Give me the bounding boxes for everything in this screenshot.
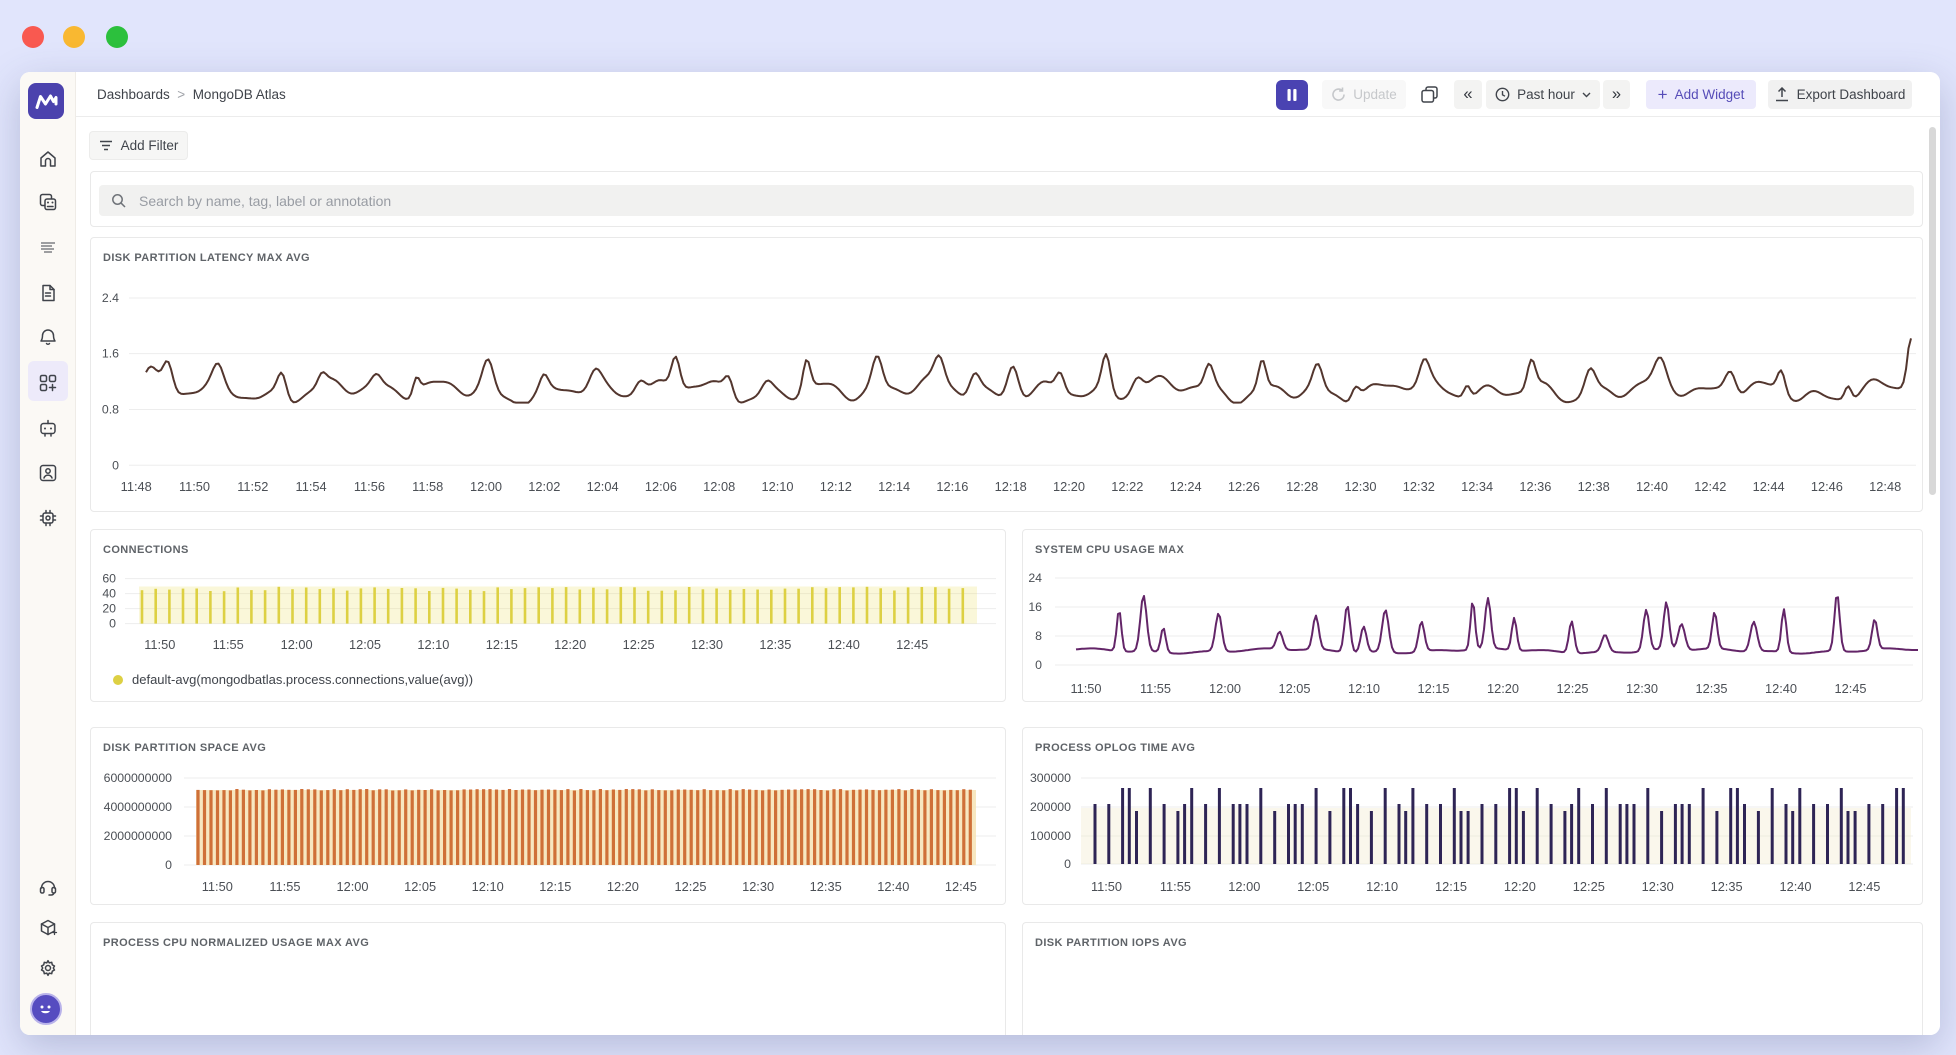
svg-text:12:24: 12:24 [1170, 479, 1202, 494]
svg-text:11:55: 11:55 [1160, 879, 1191, 894]
svg-text:12:28: 12:28 [1286, 479, 1318, 494]
svg-text:12:20: 12:20 [1487, 681, 1519, 696]
svg-text:12:00: 12:00 [1209, 681, 1241, 696]
svg-text:2.4: 2.4 [102, 291, 119, 305]
svg-text:12:16: 12:16 [936, 479, 968, 494]
svg-text:0: 0 [109, 617, 116, 631]
svg-text:24: 24 [1028, 571, 1042, 585]
svg-text:12:00: 12:00 [1228, 879, 1260, 894]
svg-text:0: 0 [165, 858, 172, 872]
svg-text:60: 60 [102, 572, 116, 586]
svg-text:12:10: 12:10 [761, 479, 793, 494]
svg-text:11:50: 11:50 [1091, 879, 1122, 894]
svg-text:12:10: 12:10 [472, 879, 504, 894]
svg-text:20: 20 [102, 602, 116, 616]
svg-text:12:30: 12:30 [1626, 681, 1658, 696]
svg-text:12:40: 12:40 [877, 879, 909, 894]
svg-text:12:20: 12:20 [554, 637, 586, 652]
svg-text:12:00: 12:00 [281, 637, 313, 652]
svg-text:12:36: 12:36 [1519, 479, 1551, 494]
svg-text:12:20: 12:20 [1504, 879, 1536, 894]
svg-text:100000: 100000 [1030, 829, 1071, 843]
svg-text:12:26: 12:26 [1228, 479, 1260, 494]
svg-text:12:48: 12:48 [1869, 479, 1901, 494]
svg-text:12:14: 12:14 [878, 479, 910, 494]
svg-text:12:40: 12:40 [1779, 879, 1811, 894]
svg-text:12:45: 12:45 [1834, 681, 1866, 696]
svg-text:12:42: 12:42 [1694, 479, 1726, 494]
svg-text:12:06: 12:06 [645, 479, 677, 494]
svg-text:1.6: 1.6 [102, 347, 119, 361]
svg-text:12:15: 12:15 [1435, 879, 1467, 894]
svg-text:16: 16 [1028, 600, 1042, 614]
svg-text:12:02: 12:02 [528, 479, 560, 494]
svg-text:12:40: 12:40 [1636, 479, 1668, 494]
svg-text:12:15: 12:15 [539, 879, 571, 894]
svg-text:4000000000: 4000000000 [104, 800, 173, 814]
svg-text:12:00: 12:00 [336, 879, 368, 894]
svg-text:2000000000: 2000000000 [104, 829, 173, 843]
svg-text:200000: 200000 [1030, 800, 1071, 814]
svg-text:12:35: 12:35 [810, 879, 842, 894]
svg-text:0: 0 [112, 458, 119, 472]
svg-text:12:05: 12:05 [1297, 879, 1329, 894]
svg-text:12:04: 12:04 [587, 479, 619, 494]
svg-text:12:25: 12:25 [623, 637, 655, 652]
svg-text:12:00: 12:00 [470, 479, 502, 494]
svg-text:12:35: 12:35 [759, 637, 791, 652]
svg-text:12:05: 12:05 [349, 637, 381, 652]
svg-text:12:05: 12:05 [1278, 681, 1310, 696]
svg-text:12:34: 12:34 [1461, 479, 1493, 494]
svg-text:12:15: 12:15 [486, 637, 518, 652]
svg-text:0.8: 0.8 [102, 403, 119, 417]
svg-text:11:56: 11:56 [354, 479, 385, 494]
svg-text:11:50: 11:50 [179, 479, 210, 494]
svg-text:12:08: 12:08 [703, 479, 735, 494]
svg-text:12:30: 12:30 [1642, 879, 1674, 894]
svg-text:6000000000: 6000000000 [104, 771, 173, 785]
svg-text:11:50: 11:50 [1070, 681, 1101, 696]
svg-text:12:40: 12:40 [1765, 681, 1797, 696]
svg-text:11:58: 11:58 [412, 479, 443, 494]
svg-text:11:50: 11:50 [202, 879, 233, 894]
svg-text:40: 40 [102, 587, 116, 601]
svg-text:12:25: 12:25 [1556, 681, 1588, 696]
svg-text:12:30: 12:30 [691, 637, 723, 652]
svg-text:8: 8 [1035, 629, 1042, 643]
svg-text:0: 0 [1035, 658, 1042, 672]
svg-text:12:10: 12:10 [1348, 681, 1380, 696]
svg-text:0: 0 [1064, 857, 1071, 871]
svg-text:11:55: 11:55 [213, 637, 244, 652]
svg-text:300000: 300000 [1030, 771, 1071, 785]
svg-text:12:18: 12:18 [995, 479, 1027, 494]
svg-text:12:45: 12:45 [896, 637, 928, 652]
svg-text:12:44: 12:44 [1753, 479, 1785, 494]
svg-text:12:32: 12:32 [1403, 479, 1435, 494]
svg-text:12:20: 12:20 [607, 879, 639, 894]
svg-text:12:05: 12:05 [404, 879, 436, 894]
svg-text:12:15: 12:15 [1417, 681, 1449, 696]
svg-text:12:20: 12:20 [1053, 479, 1085, 494]
svg-text:12:12: 12:12 [820, 479, 852, 494]
svg-text:12:45: 12:45 [1848, 879, 1880, 894]
svg-text:11:55: 11:55 [269, 879, 300, 894]
svg-text:12:46: 12:46 [1811, 479, 1843, 494]
svg-text:12:40: 12:40 [828, 637, 860, 652]
svg-text:12:35: 12:35 [1695, 681, 1727, 696]
svg-text:11:55: 11:55 [1140, 681, 1171, 696]
svg-text:12:30: 12:30 [742, 879, 774, 894]
svg-text:12:25: 12:25 [674, 879, 706, 894]
svg-text:12:25: 12:25 [1573, 879, 1605, 894]
svg-text:11:54: 11:54 [296, 479, 327, 494]
svg-text:12:10: 12:10 [417, 637, 449, 652]
svg-text:12:22: 12:22 [1111, 479, 1143, 494]
svg-text:12:38: 12:38 [1578, 479, 1610, 494]
svg-text:11:48: 11:48 [121, 479, 152, 494]
svg-text:11:50: 11:50 [144, 637, 175, 652]
svg-text:12:30: 12:30 [1344, 479, 1376, 494]
svg-text:11:52: 11:52 [237, 479, 268, 494]
svg-text:12:35: 12:35 [1711, 879, 1743, 894]
svg-text:12:45: 12:45 [945, 879, 977, 894]
svg-text:12:10: 12:10 [1366, 879, 1398, 894]
